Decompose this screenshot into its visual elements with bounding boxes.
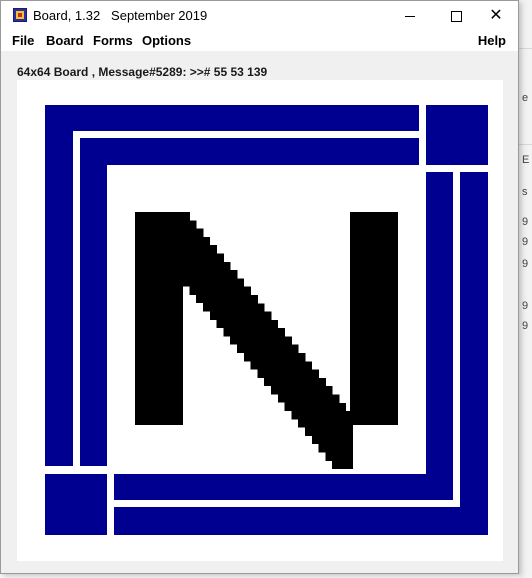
background-window bbox=[519, 0, 532, 578]
app-icon[interactable] bbox=[13, 8, 27, 22]
menu-board[interactable]: Board bbox=[46, 33, 84, 48]
menu-forms[interactable]: Forms bbox=[93, 33, 133, 48]
menu-options[interactable]: Options bbox=[142, 33, 191, 48]
pixel-board[interactable]: N bbox=[45, 105, 488, 535]
background-text: E bbox=[522, 154, 530, 166]
menu-help[interactable]: Help bbox=[478, 33, 506, 48]
board-message: 64x64 Board , Message#5289: >># 55 53 13… bbox=[17, 65, 268, 79]
close-button[interactable]: ✕ bbox=[473, 1, 519, 31]
letter-pixel bbox=[332, 411, 353, 470]
background-text: 9 bbox=[522, 216, 529, 228]
background-text: s bbox=[522, 186, 528, 198]
letter-n-glyph: N bbox=[135, 212, 398, 470]
background-text: 9 bbox=[522, 300, 529, 312]
background-text: 9 bbox=[522, 236, 529, 248]
minimize-icon bbox=[405, 15, 415, 17]
background-text: 9 bbox=[522, 320, 529, 332]
close-icon: ✕ bbox=[489, 7, 503, 24]
window-title: Board, 1.32 September 2019 bbox=[33, 8, 208, 23]
background-text: 9 bbox=[522, 258, 529, 270]
maximize-icon bbox=[450, 10, 462, 22]
title-bar[interactable]: Board, 1.32 September 2019 ✕ bbox=[1, 1, 518, 31]
menu-bar: File Board Forms Options Help bbox=[1, 31, 518, 51]
background-text: e bbox=[522, 92, 529, 104]
board-canvas[interactable]: N bbox=[17, 80, 503, 561]
menu-file[interactable]: File bbox=[12, 33, 34, 48]
minimize-button[interactable] bbox=[387, 1, 433, 31]
board-window: Board, 1.32 September 2019 ✕ File Board … bbox=[0, 0, 519, 574]
background-divider bbox=[519, 144, 532, 145]
background-divider bbox=[519, 48, 532, 49]
